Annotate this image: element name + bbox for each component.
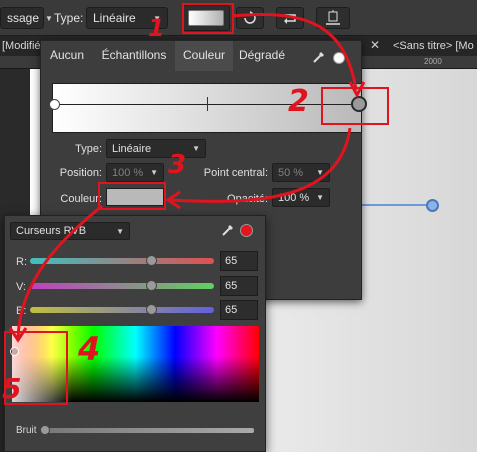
highlight-box-3: [98, 182, 166, 210]
annotation-overlay: [8, 13, 366, 343]
annotation-arrow-2: [169, 127, 352, 203]
annotation-number-2: 2: [288, 84, 309, 119]
highlight-box-1: [182, 3, 234, 34]
annotation-arrow-1: [231, 13, 358, 91]
annotation-number-5: 5: [2, 372, 22, 405]
annotation-number-4: 4: [78, 330, 101, 368]
annotation-arrow-3: [16, 204, 103, 339]
highlight-box-2: [321, 87, 389, 125]
annotation-number-1: 1: [148, 14, 165, 42]
annotation-number-3: 3: [168, 150, 187, 180]
